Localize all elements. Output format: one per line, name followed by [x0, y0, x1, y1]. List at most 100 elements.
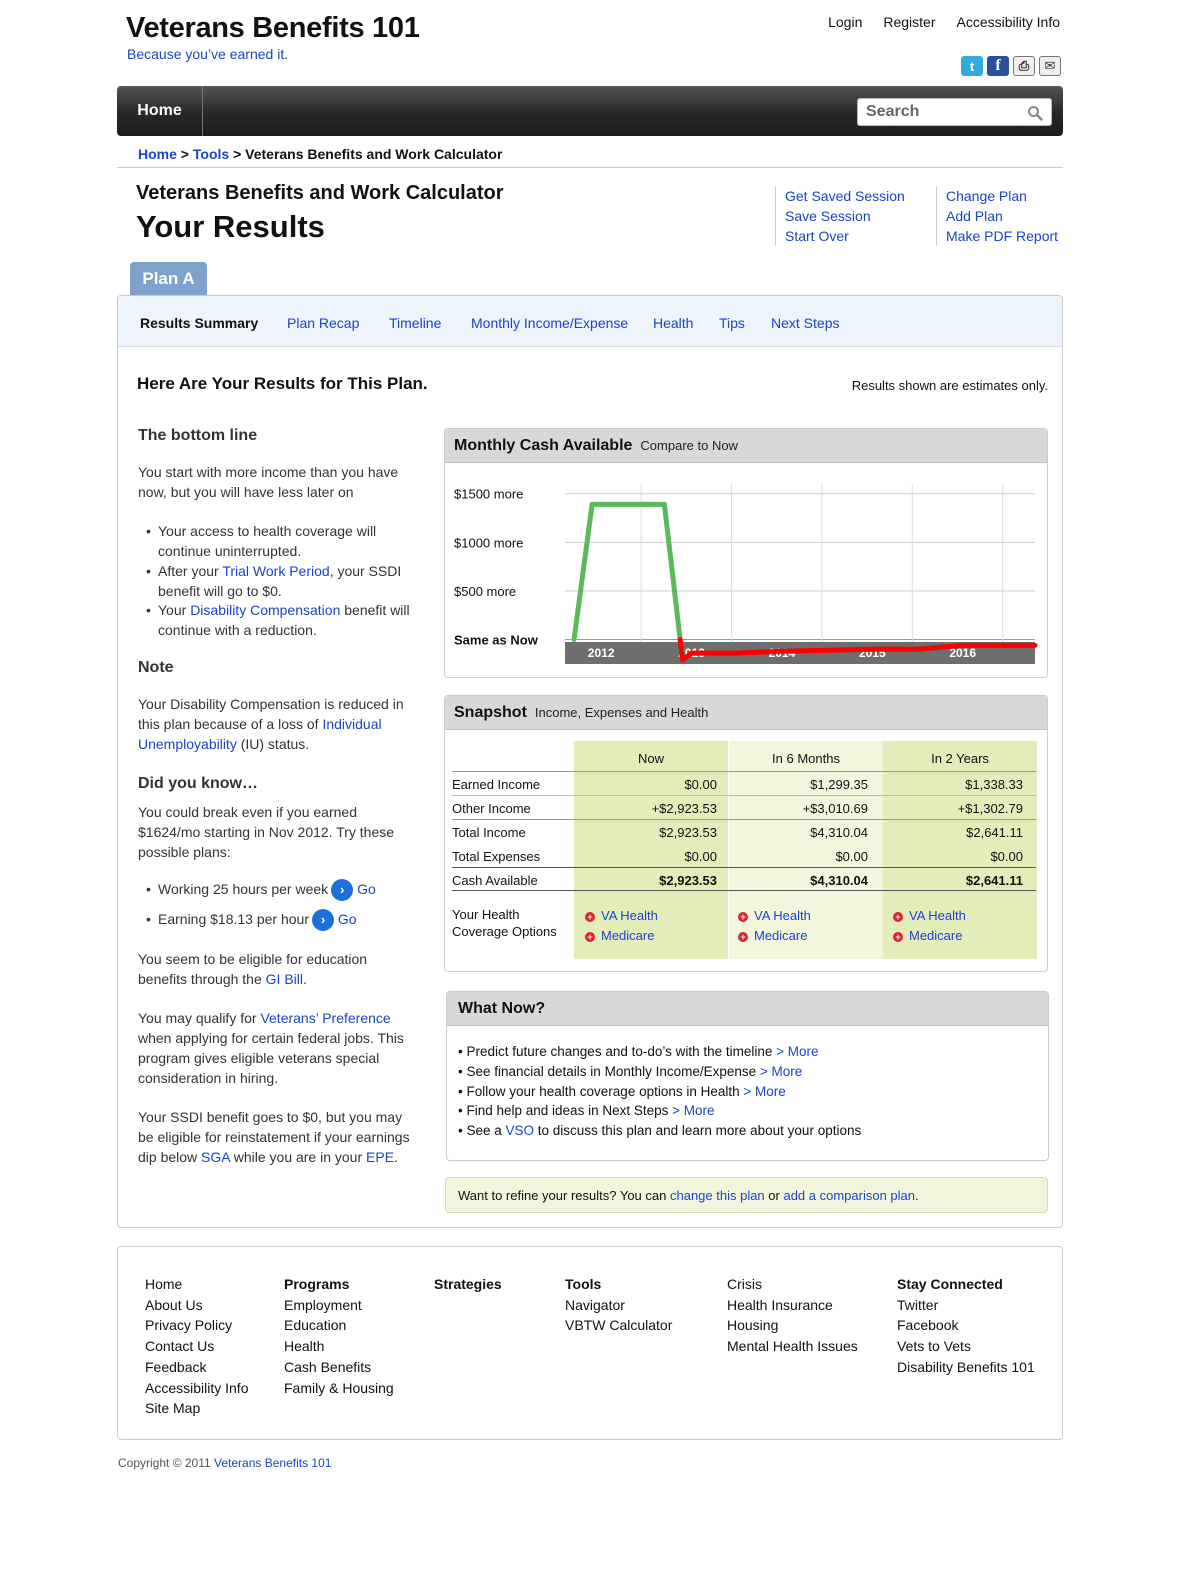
- footer-link[interactable]: Cash Benefits: [284, 1357, 394, 1378]
- site-title[interactable]: Veterans Benefits 101: [126, 12, 420, 45]
- footer-link[interactable]: Employment: [284, 1295, 394, 1316]
- change-this-plan-link[interactable]: change this plan: [670, 1188, 765, 1203]
- footer-link[interactable]: Navigator: [565, 1295, 672, 1316]
- bullet-text: Your: [158, 602, 191, 618]
- footer-link[interactable]: Health Insurance: [727, 1295, 858, 1316]
- more-link[interactable]: > More: [760, 1064, 802, 1079]
- y-tick-label: Same as Now: [454, 633, 539, 648]
- breadcrumb-home[interactable]: Home: [138, 146, 177, 162]
- go-button[interactable]: Go: [338, 911, 357, 927]
- va-health-link[interactable]: VA Health: [754, 908, 811, 923]
- footer-link[interactable]: Mental Health Issues: [727, 1336, 858, 1357]
- y-tick-label: $500 more: [454, 584, 516, 599]
- nav-home-button[interactable]: Home: [117, 86, 203, 136]
- save-session-link[interactable]: Save Session: [785, 206, 905, 226]
- start-over-link[interactable]: Start Over: [785, 226, 905, 246]
- tab-next-steps[interactable]: Next Steps: [771, 315, 839, 331]
- tab-tips[interactable]: Tips: [719, 315, 745, 331]
- search-input[interactable]: [858, 99, 1018, 125]
- table-cell: $0.00: [990, 849, 1023, 864]
- footer-link[interactable]: Education: [284, 1315, 394, 1336]
- tab-health[interactable]: Health: [653, 315, 693, 331]
- health-option[interactable]: + VA Health: [585, 908, 658, 923]
- column-header[interactable]: Now: [574, 751, 728, 766]
- change-plan-link[interactable]: Change Plan: [946, 186, 1058, 206]
- calculator-title: Veterans Benefits and Work Calculator: [136, 182, 504, 204]
- tab-plan-a[interactable]: Plan A: [130, 262, 207, 296]
- footer-link[interactable]: VBTW Calculator: [565, 1315, 672, 1336]
- column-header[interactable]: In 2 Years: [883, 751, 1037, 766]
- health-option[interactable]: + Medicare: [893, 928, 962, 943]
- more-link[interactable]: > More: [743, 1084, 785, 1099]
- breadcrumb: Home > Tools > Veterans Benefits and Wor…: [138, 146, 502, 162]
- twitter-icon[interactable]: t: [961, 56, 983, 76]
- tab-plan-recap[interactable]: Plan Recap: [287, 315, 359, 331]
- footer-link[interactable]: Contact Us: [145, 1336, 248, 1357]
- footer-link[interactable]: Site Map: [145, 1398, 248, 1419]
- compare-to-now-link[interactable]: Compare to Now: [640, 438, 738, 453]
- gi-bill-link[interactable]: GI Bill: [266, 971, 303, 987]
- disability-compensation-link[interactable]: Disability Compensation: [190, 602, 340, 618]
- health-option[interactable]: + Medicare: [738, 928, 807, 943]
- tab-timeline[interactable]: Timeline: [389, 315, 441, 331]
- copyright-link[interactable]: Veterans Benefits 101: [214, 1456, 331, 1470]
- table-cell: $4,310.04: [810, 873, 868, 888]
- footer-link[interactable]: Housing: [727, 1315, 858, 1336]
- footer-link[interactable]: Health: [284, 1336, 394, 1357]
- medicare-link[interactable]: Medicare: [601, 928, 654, 943]
- tab-monthly-income-expense[interactable]: Monthly Income/Expense: [471, 315, 628, 331]
- more-link[interactable]: > More: [672, 1103, 714, 1118]
- footer-link[interactable]: Home: [145, 1274, 248, 1295]
- veterans-preference-link[interactable]: Veterans’ Preference: [260, 1010, 390, 1026]
- column-header[interactable]: In 6 Months: [729, 751, 883, 766]
- footer-link[interactable]: Twitter: [897, 1295, 1035, 1316]
- get-saved-session-link[interactable]: Get Saved Session: [785, 186, 905, 206]
- email-icon[interactable]: ✉: [1039, 56, 1061, 76]
- sga-link[interactable]: SGA: [201, 1149, 230, 1165]
- tab-results-summary[interactable]: Results Summary: [140, 315, 258, 331]
- health-option[interactable]: + VA Health: [738, 908, 811, 923]
- add-comparison-plan-link[interactable]: add a comparison plan: [783, 1188, 915, 1203]
- bullet-text: Your access to health coverage will cont…: [158, 523, 377, 559]
- footer-heading[interactable]: Strategies: [434, 1274, 502, 1295]
- medicare-link[interactable]: Medicare: [754, 928, 807, 943]
- table-cell: +$3,010.69: [802, 801, 868, 816]
- vso-link[interactable]: VSO: [506, 1123, 535, 1138]
- footer-link[interactable]: Accessibility Info: [145, 1378, 248, 1399]
- accessibility-info-link[interactable]: Accessibility Info: [957, 14, 1060, 30]
- more-link[interactable]: > More: [776, 1044, 818, 1059]
- footer-link[interactable]: About Us: [145, 1295, 248, 1316]
- search-icon[interactable]: [1027, 105, 1043, 121]
- facebook-icon[interactable]: f: [987, 56, 1009, 76]
- chevron-right-icon[interactable]: ›: [312, 909, 334, 932]
- footer-heading[interactable]: Stay Connected: [897, 1274, 1035, 1295]
- panel-header: Monthly Cash Available Compare to Now: [445, 429, 1047, 463]
- login-link[interactable]: Login: [828, 14, 862, 30]
- health-option[interactable]: + Medicare: [585, 928, 654, 943]
- breadcrumb-tools[interactable]: Tools: [193, 146, 229, 162]
- footer-link[interactable]: Crisis: [727, 1274, 858, 1295]
- add-plan-link[interactable]: Add Plan: [946, 206, 1058, 226]
- snapshot-table: Now In 6 Months In 2 Years Earned Income…: [445, 696, 1047, 971]
- bullet-text: After your: [158, 563, 223, 579]
- footer-link[interactable]: Privacy Policy: [145, 1315, 248, 1336]
- footer-link[interactable]: Vets to Vets: [897, 1336, 1035, 1357]
- make-pdf-report-link[interactable]: Make PDF Report: [946, 226, 1058, 246]
- trial-work-period-link[interactable]: Trial Work Period: [222, 563, 329, 579]
- register-link[interactable]: Register: [883, 14, 935, 30]
- print-icon[interactable]: ⎙: [1013, 56, 1035, 76]
- plan-suggestion-text: Earning $18.13 per hour: [158, 911, 309, 927]
- footer-link[interactable]: Disability Benefits 101: [897, 1357, 1035, 1378]
- go-button[interactable]: Go: [357, 881, 376, 897]
- health-option[interactable]: + VA Health: [893, 908, 966, 923]
- va-health-link[interactable]: VA Health: [601, 908, 658, 923]
- va-health-link[interactable]: VA Health: [909, 908, 966, 923]
- chevron-right-icon[interactable]: ›: [331, 879, 354, 902]
- medicare-link[interactable]: Medicare: [909, 928, 962, 943]
- footer-link[interactable]: Family & Housing: [284, 1378, 394, 1399]
- footer-link[interactable]: Facebook: [897, 1315, 1035, 1336]
- epe-link[interactable]: EPE: [366, 1149, 394, 1165]
- footer-heading[interactable]: Programs: [284, 1274, 394, 1295]
- footer-heading[interactable]: Tools: [565, 1274, 672, 1295]
- footer-link[interactable]: Feedback: [145, 1357, 248, 1378]
